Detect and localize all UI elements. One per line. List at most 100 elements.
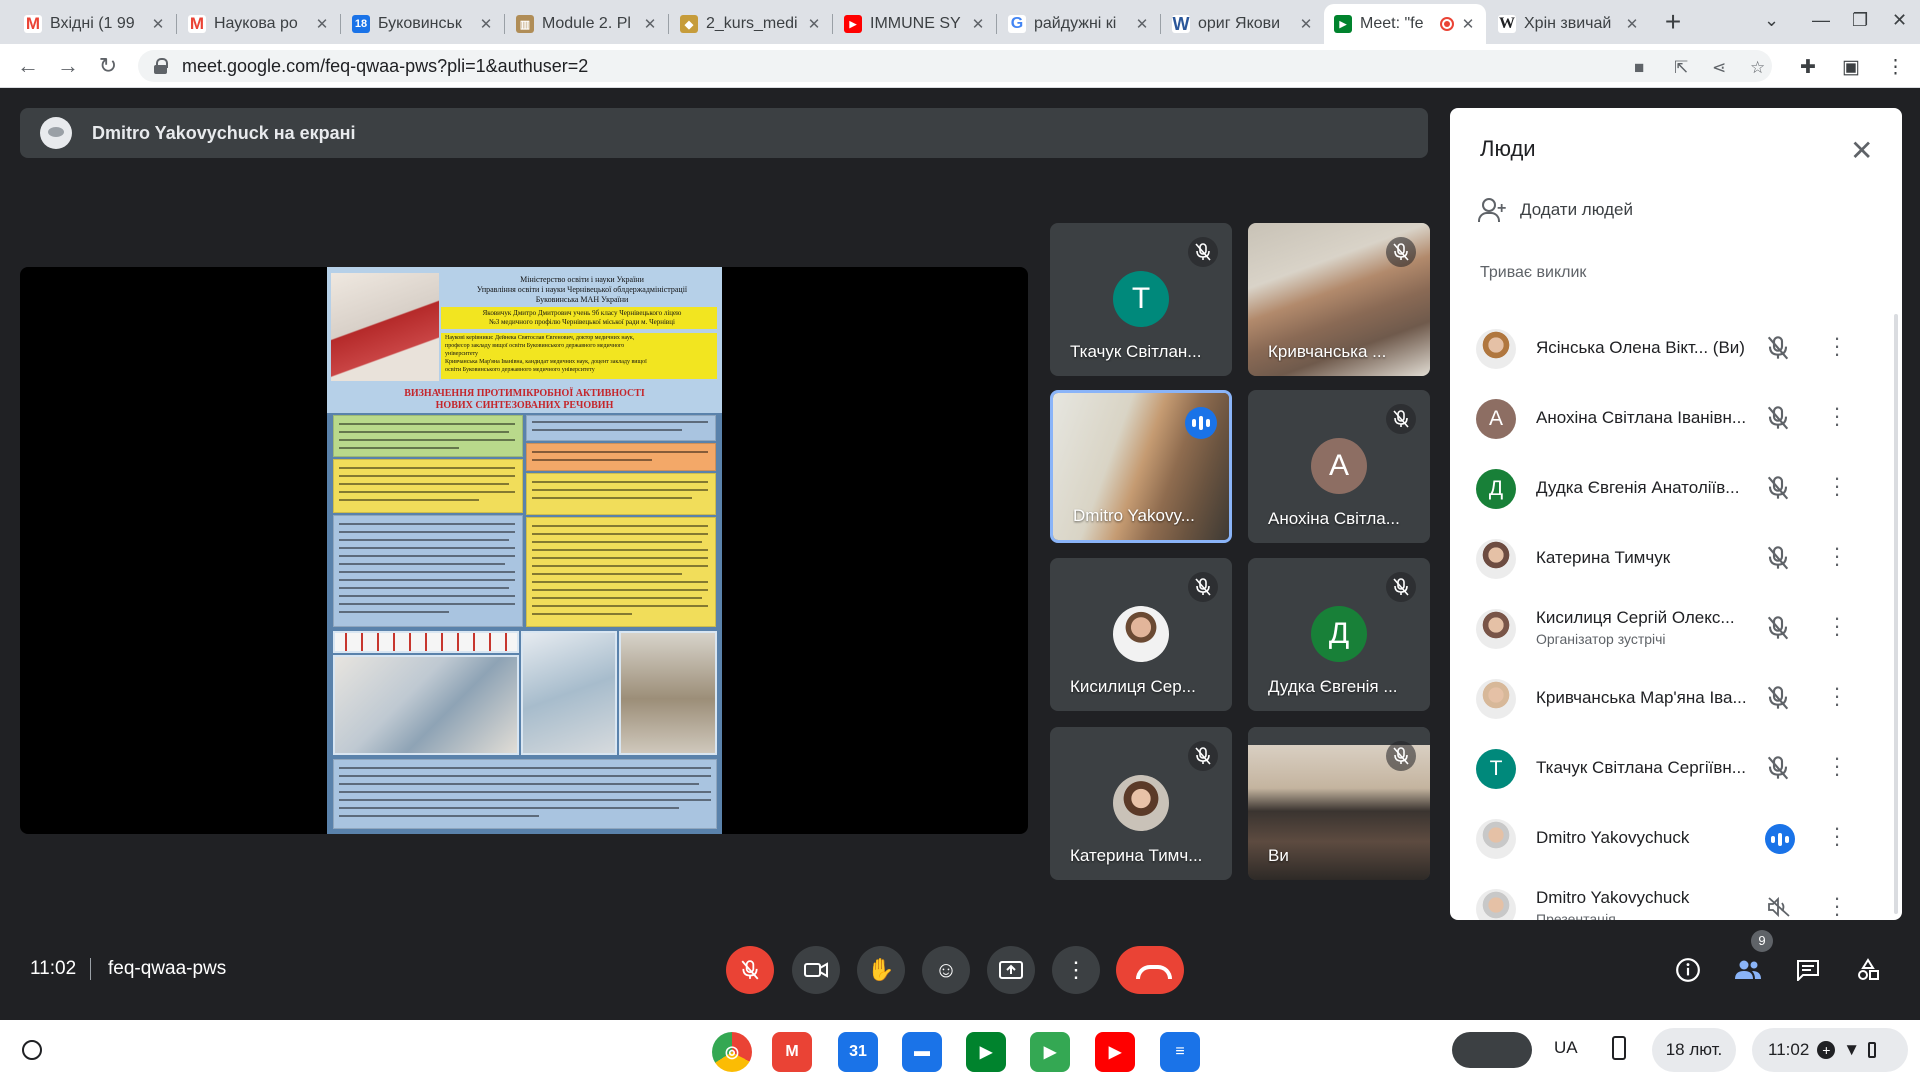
- tab-title: ориг Якови: [1198, 15, 1281, 32]
- calendar-app-icon[interactable]: 31: [838, 1032, 878, 1072]
- meeting-details-button[interactable]: [1670, 952, 1706, 988]
- browser-tab[interactable]: W Хрін звичай ✕: [1488, 4, 1650, 44]
- browser-tab[interactable]: 18 Буковинськ ✕: [342, 4, 504, 44]
- close-icon[interactable]: ✕: [150, 15, 166, 33]
- people-button[interactable]: [1730, 952, 1766, 988]
- browser-tab[interactable]: ▶ IMMUNE SY ✕: [834, 4, 996, 44]
- participant-list-item[interactable]: А Анохіна Світлана Іванівн... · · ·: [1450, 384, 1902, 454]
- participant-list-item[interactable]: Dmitro Yakovychuck · · ·: [1450, 804, 1902, 874]
- more-vert-icon[interactable]: · · ·: [1832, 397, 1842, 435]
- more-vert-icon[interactable]: · · ·: [1832, 607, 1842, 645]
- meet-app-icon[interactable]: ▶: [966, 1032, 1006, 1072]
- address-bar[interactable]: meet.google.com/feq-qwaa-pws?pli=1&authu…: [138, 50, 1772, 82]
- participant-tile-self[interactable]: Ви: [1248, 727, 1430, 880]
- participant-list-item[interactable]: Д Дудка Євгенія Анатоліїв... · · ·: [1450, 454, 1902, 524]
- more-vert-icon[interactable]: · · ·: [1832, 677, 1842, 715]
- participant-list-item[interactable]: Катерина Тимчук · · ·: [1450, 524, 1902, 594]
- chrome-icon[interactable]: ◎: [712, 1032, 752, 1072]
- add-people-button[interactable]: + Додати людей: [1478, 198, 1633, 222]
- participant-tile[interactable]: Кривчанська ...: [1248, 223, 1430, 376]
- more-options-button[interactable]: ⋮: [1052, 946, 1100, 994]
- messages-app-icon[interactable]: ≡: [1160, 1032, 1200, 1072]
- browser-tab[interactable]: M Вхідні (1 99 ✕: [14, 4, 176, 44]
- participant-list-item[interactable]: Кисилиця Сергій Олекс... Організатор зуст…: [1450, 594, 1902, 664]
- close-icon[interactable]: ✕: [806, 15, 822, 33]
- more-vert-icon[interactable]: · · ·: [1832, 887, 1842, 921]
- participant-list-item[interactable]: Т Ткачук Світлана Сергіївн... · · ·: [1450, 734, 1902, 804]
- mic-off-icon: [741, 960, 759, 980]
- screen-preview-thumbnails[interactable]: [1452, 1032, 1532, 1068]
- chevron-down-icon[interactable]: ⌄: [1764, 10, 1779, 31]
- participant-name: Катерина Тимчук: [1536, 548, 1671, 567]
- avatar: Т: [1476, 749, 1516, 789]
- play-store-icon[interactable]: ▶: [1030, 1032, 1070, 1072]
- back-icon[interactable]: ←: [14, 52, 42, 80]
- gmail-app-icon[interactable]: M: [772, 1032, 812, 1072]
- participant-list-item[interactable]: Dmitro Yakovychuck Презентація · · ·: [1450, 874, 1902, 920]
- volume-off-icon: [1767, 896, 1793, 920]
- menu-icon[interactable]: ⋮: [1886, 56, 1905, 79]
- browser-tab[interactable]: W ориг Якови ✕: [1162, 4, 1324, 44]
- more-vert-icon[interactable]: · · ·: [1832, 467, 1842, 505]
- browser-tab[interactable]: G райдужні кі ✕: [998, 4, 1160, 44]
- bookmark-star-icon[interactable]: ☆: [1750, 58, 1765, 78]
- activities-button[interactable]: [1850, 952, 1886, 988]
- close-window-icon[interactable]: ✕: [1892, 10, 1907, 31]
- browser-tab[interactable]: ▥ Module 2. Pl ✕: [506, 4, 668, 44]
- minimize-icon[interactable]: —: [1812, 10, 1830, 31]
- camera-icon[interactable]: ■: [1634, 58, 1644, 78]
- present-screen-button[interactable]: [987, 946, 1035, 994]
- participant-tile[interactable]: А Анохіна Світла...: [1248, 390, 1430, 543]
- more-vert-icon[interactable]: · · ·: [1832, 537, 1842, 575]
- browser-tab[interactable]: ◆ 2_kurs_medi ✕: [670, 4, 832, 44]
- share-icon[interactable]: ⋖: [1712, 58, 1726, 78]
- close-icon[interactable]: ✕: [970, 15, 986, 33]
- participant-tile[interactable]: Кисилиця Сер...: [1050, 558, 1232, 711]
- chat-button[interactable]: [1790, 952, 1826, 988]
- close-icon[interactable]: ✕: [1850, 134, 1873, 167]
- participant-tile[interactable]: Д Дудка Євгенія ...: [1248, 558, 1430, 711]
- participant-tile-speaking[interactable]: Dmitro Yakovy...: [1050, 390, 1232, 543]
- participant-tile[interactable]: Катерина Тимч...: [1050, 727, 1232, 880]
- close-icon[interactable]: ✕: [642, 15, 658, 33]
- poster-lab-photo-2: [333, 655, 519, 755]
- close-icon[interactable]: ✕: [314, 15, 330, 33]
- reactions-button[interactable]: ☺: [922, 946, 970, 994]
- launcher-icon[interactable]: [22, 1040, 42, 1060]
- participant-tile[interactable]: Т Ткачук Світлан...: [1050, 223, 1232, 376]
- leave-call-button[interactable]: [1116, 946, 1184, 994]
- input-language[interactable]: UA: [1554, 1038, 1578, 1058]
- extensions-icon[interactable]: ✚: [1800, 56, 1816, 79]
- tab-title: Meet: "fe: [1360, 15, 1424, 32]
- participant-list-item[interactable]: Ясінська Олена Вікт... (Ви) · · ·: [1450, 314, 1902, 384]
- camera-toggle-button[interactable]: [792, 946, 840, 994]
- new-tab-button[interactable]: +: [1658, 8, 1688, 38]
- side-panel-icon[interactable]: ▣: [1842, 56, 1860, 79]
- close-icon[interactable]: ✕: [1624, 15, 1640, 33]
- forward-icon[interactable]: →: [54, 52, 82, 80]
- open-external-icon[interactable]: ⇱: [1674, 58, 1688, 78]
- participant-name: Кисилиця Сергій Олекс...: [1536, 608, 1735, 627]
- reload-icon[interactable]: ↻: [94, 52, 122, 80]
- restore-icon[interactable]: ❐: [1852, 10, 1868, 31]
- status-tray[interactable]: 11:02 + ▼: [1752, 1028, 1908, 1072]
- more-vert-icon[interactable]: · · ·: [1832, 327, 1842, 365]
- browser-tab[interactable]: M Наукова ро ✕: [178, 4, 340, 44]
- meeting-code: feq-qwaa-pws: [108, 958, 227, 979]
- date-button[interactable]: 18 лют.: [1652, 1028, 1736, 1072]
- shared-screen[interactable]: Міністерство освіти і науки України Упра…: [20, 267, 1028, 834]
- scrollbar[interactable]: [1894, 314, 1898, 914]
- raise-hand-button[interactable]: ✋: [857, 946, 905, 994]
- youtube-app-icon[interactable]: ▶: [1095, 1032, 1135, 1072]
- browser-tab-active[interactable]: ▶ Meet: "fe ✕: [1324, 4, 1486, 44]
- close-icon[interactable]: ✕: [1298, 15, 1314, 33]
- phone-hub-icon[interactable]: [1612, 1036, 1626, 1060]
- close-icon[interactable]: ✕: [1134, 15, 1150, 33]
- more-vert-icon[interactable]: · · ·: [1832, 817, 1842, 855]
- files-app-icon[interactable]: ▬: [902, 1032, 942, 1072]
- more-vert-icon[interactable]: · · ·: [1832, 747, 1842, 785]
- close-icon[interactable]: ✕: [1460, 15, 1476, 33]
- microphone-toggle-button[interactable]: [726, 946, 774, 994]
- participant-list-item[interactable]: Кривчанська Мар'яна Іва... · · ·: [1450, 664, 1902, 734]
- close-icon[interactable]: ✕: [478, 15, 494, 33]
